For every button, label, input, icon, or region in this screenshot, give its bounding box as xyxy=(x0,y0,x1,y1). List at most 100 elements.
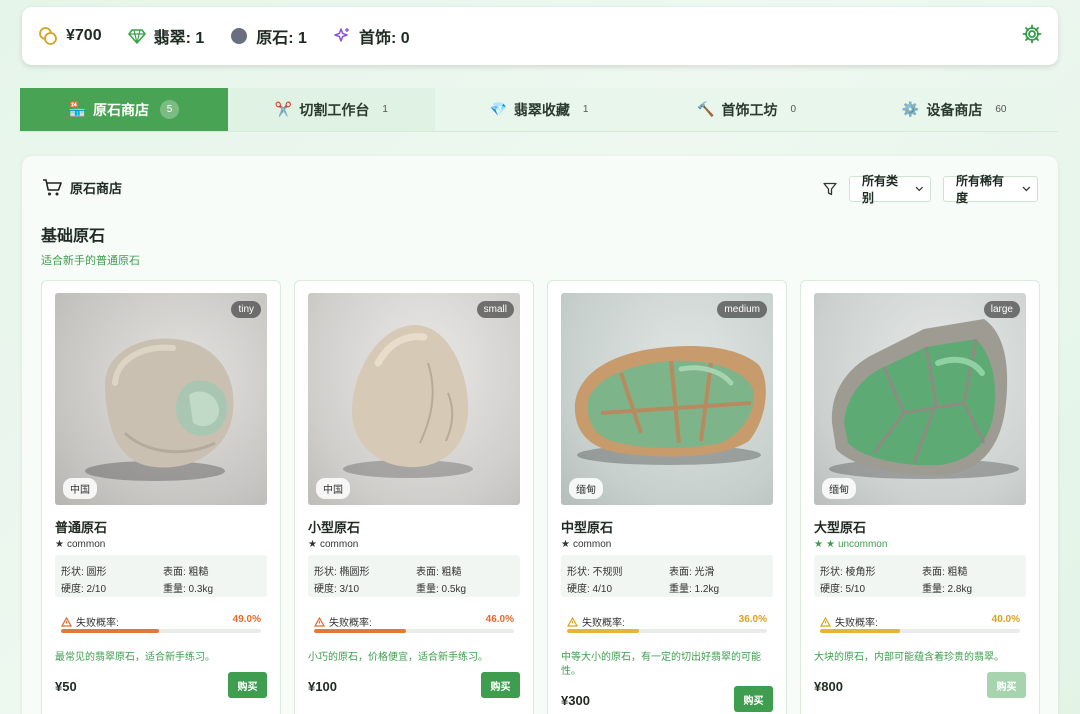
star-icon: ★ xyxy=(55,539,64,550)
tab-rough-store[interactable]: 🏪 原石商店 5 xyxy=(20,88,228,131)
gem-icon: 💎 xyxy=(489,101,507,117)
tab-label: 翡翠收藏 xyxy=(513,101,570,118)
weight-attr: 重量: 2.8kg xyxy=(922,584,973,595)
surface-attr: 表面: 粗糙 xyxy=(922,567,968,578)
fail-rate-value: 40.0% xyxy=(991,614,1020,625)
fail-rate-label: 失败概率: xyxy=(582,618,625,629)
tab-count: 5 xyxy=(160,100,180,119)
card-price: ¥50 xyxy=(55,679,77,694)
size-badge: large xyxy=(983,301,1020,318)
tab-label: 原石商店 xyxy=(93,101,150,118)
jade-count: 翡翠: 1 xyxy=(153,30,205,47)
rough-stat: 原石: 1 xyxy=(230,24,307,48)
fail-rate-label: 失败概率: xyxy=(835,618,878,629)
store-panel: 原石商店 所有类别 所有稀有度 基础原石 适合新手的普通原石 tiny 中国 普… xyxy=(22,156,1058,714)
rarity-label: ★ common xyxy=(55,539,106,550)
scissors-icon: ✂️ xyxy=(274,101,293,117)
sparkles-icon xyxy=(334,28,349,42)
fail-rate-label: 失败概率: xyxy=(329,618,372,629)
buy-button[interactable]: 购买 xyxy=(734,686,773,712)
rarity-value: 所有稀有度 xyxy=(956,174,1005,205)
stone-image: large 缅甸 xyxy=(814,293,1026,505)
rarity-label: ★ ★ uncommon xyxy=(814,539,888,550)
shape-attr: 形状: 棱角形 xyxy=(820,567,876,578)
fail-rate-value: 36.0% xyxy=(738,614,767,625)
star-icon: ★ xyxy=(825,539,835,550)
main-tabs: 🏪 原石商店 5 ✂️ 切割工作台 1 💎 翡翠收藏 1 🔨 首饰工坊 0 ⚙️… xyxy=(20,88,1058,132)
warning-icon xyxy=(61,616,72,627)
buy-button[interactable]: 购买 xyxy=(228,672,267,698)
money-stat: ¥700 xyxy=(38,26,102,46)
gem-icon xyxy=(127,29,146,44)
cart-icon xyxy=(43,178,62,195)
category-value: 所有类别 xyxy=(862,174,899,205)
surface-attr: 表面: 光滑 xyxy=(669,567,715,578)
category-select[interactable]: 所有类别 xyxy=(849,174,931,205)
product-card: large 缅甸 大型原石 ★ ★ uncommon 形状: 棱角形 表面: 粗… xyxy=(800,280,1040,714)
jewelry-count: 首饰: 0 xyxy=(358,30,410,47)
shape-attr: 形状: 圆形 xyxy=(61,567,107,578)
attributes-box: 形状: 不规则 表面: 光滑 硬度: 4/10 重量: 1.2kg xyxy=(561,555,773,597)
attributes-box: 形状: 圆形 表面: 粗糙 硬度: 2/10 重量: 0.3kg xyxy=(55,555,267,597)
store-icon: 🏪 xyxy=(68,101,87,117)
settings-gear-icon[interactable] xyxy=(1022,24,1042,49)
rarity-label: ★ common xyxy=(308,539,359,550)
buy-button[interactable]: 购买 xyxy=(987,672,1026,698)
card-price: ¥300 xyxy=(561,693,590,708)
tab-count: 1 xyxy=(382,104,388,115)
filters: 所有类别 所有稀有度 xyxy=(823,174,1038,205)
coins-icon xyxy=(39,27,57,45)
rough-count: 原石: 1 xyxy=(256,30,307,47)
product-card: tiny 中国 普通原石 ★ common 形状: 圆形 表面: 粗糙 硬度: … xyxy=(41,280,281,714)
fail-rate-fill xyxy=(567,629,639,633)
stone-image: tiny 中国 xyxy=(55,293,267,505)
hardness-attr: 硬度: 2/10 xyxy=(61,584,107,595)
weight-attr: 重量: 0.3kg xyxy=(163,584,214,595)
fail-rate-fill xyxy=(61,629,159,633)
jewelry-stat: 首饰: 0 xyxy=(333,24,410,48)
warning-icon xyxy=(820,616,831,627)
gear-icon: ⚙️ xyxy=(901,101,920,117)
card-price: ¥100 xyxy=(308,679,337,694)
card-name: 中型原石 xyxy=(561,520,614,535)
section-subtitle: 适合新手的普通原石 xyxy=(41,255,140,267)
buy-button[interactable]: 购买 xyxy=(481,672,520,698)
rarity-label: ★ common xyxy=(561,539,612,550)
chevron-down-icon xyxy=(915,186,924,192)
card-name: 大型原石 xyxy=(814,520,867,535)
tab-label: 首饰工坊 xyxy=(721,101,778,118)
fail-rate-row: 失败概率: 40.0% xyxy=(820,614,1020,629)
attributes-box: 形状: 棱角形 表面: 粗糙 硬度: 5/10 重量: 2.8kg xyxy=(814,555,1026,597)
filter-icon xyxy=(823,182,837,196)
tab-count: 1 xyxy=(582,104,589,115)
fail-rate-value: 46.0% xyxy=(485,614,514,625)
tab-count: 60 xyxy=(995,104,1007,115)
fail-rate-row: 失败概率: 46.0% xyxy=(314,614,514,629)
fail-rate-fill xyxy=(314,629,406,633)
tab-count: 0 xyxy=(790,104,797,115)
shape-attr: 形状: 椭圆形 xyxy=(314,567,370,578)
rarity-select[interactable]: 所有稀有度 xyxy=(943,174,1038,205)
tab-label: 设备商店 xyxy=(926,101,983,118)
tab-cutting-bench[interactable]: ✂️ 切割工作台 1 xyxy=(227,88,436,131)
money-value: ¥700 xyxy=(66,27,102,44)
origin-badge: 中国 xyxy=(316,478,350,499)
fail-rate-bar xyxy=(820,629,1020,633)
card-name: 普通原石 xyxy=(55,520,108,535)
card-price: ¥800 xyxy=(814,679,843,694)
weight-attr: 重量: 0.5kg xyxy=(416,584,467,595)
tab-jade-collection[interactable]: 💎 翡翠收藏 1 xyxy=(435,88,643,131)
origin-badge: 中国 xyxy=(63,478,97,499)
card-description: 小巧的原石，价格便宜，适合新手练习。 xyxy=(308,652,488,663)
attributes-box: 形状: 椭圆形 表面: 粗糙 硬度: 3/10 重量: 0.5kg xyxy=(308,555,520,597)
hardness-attr: 硬度: 3/10 xyxy=(314,584,360,595)
tab-jewelry-workshop[interactable]: 🔨 首饰工坊 0 xyxy=(643,88,851,131)
star-icon: ★ xyxy=(561,539,570,550)
fail-rate-bar xyxy=(567,629,767,633)
stats-bar: ¥700 翡翠: 1 原石: 1 首饰: 0 xyxy=(22,7,1058,65)
star-icon: ★ xyxy=(814,539,823,550)
tab-equipment-store[interactable]: ⚙️ 设备商店 60 xyxy=(850,88,1058,131)
panel-header: 原石商店 xyxy=(42,178,122,197)
size-badge: medium xyxy=(717,301,767,318)
warning-icon xyxy=(567,616,578,627)
